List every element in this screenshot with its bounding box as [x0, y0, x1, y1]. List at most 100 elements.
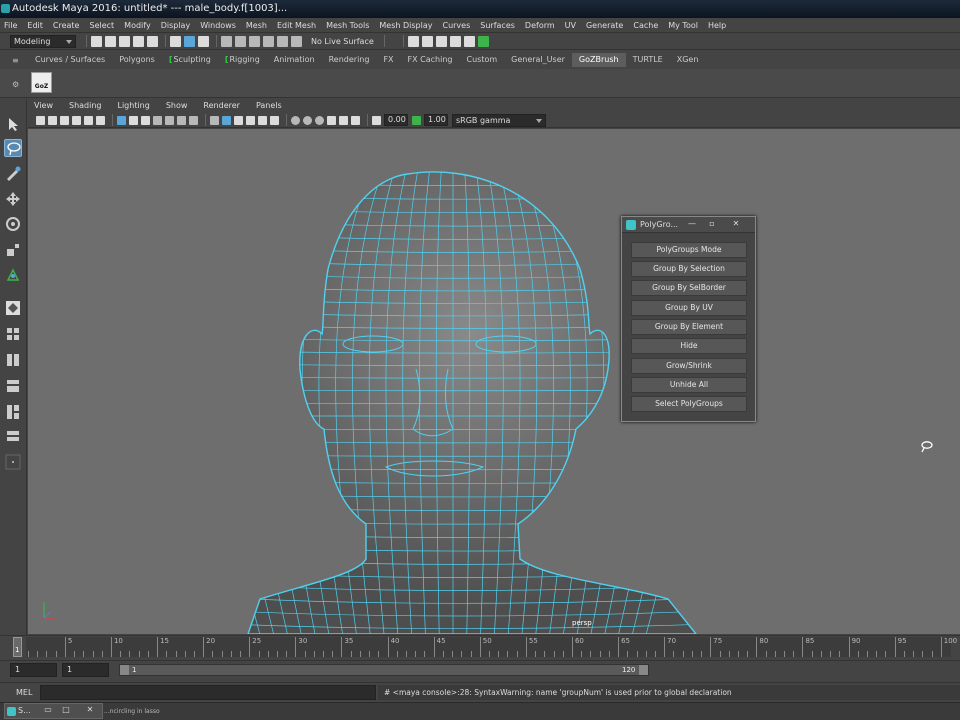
- film-gate-icon[interactable]: [129, 115, 138, 125]
- group-by-element-button[interactable]: Group By Element: [631, 319, 747, 335]
- shadows-icon[interactable]: [270, 115, 279, 125]
- panel-menu-renderer[interactable]: Renderer: [197, 101, 240, 113]
- smooth-shade-icon[interactable]: [222, 115, 231, 125]
- lights-icon[interactable]: [258, 115, 267, 125]
- menu-display[interactable]: Display: [161, 21, 191, 30]
- mel-language-toggle[interactable]: MEL: [16, 688, 32, 697]
- xray-joints-icon[interactable]: [351, 115, 360, 125]
- menu-modify[interactable]: Modify: [124, 21, 151, 30]
- render-settings-icon[interactable]: [435, 35, 447, 47]
- gear-icon[interactable]: ⚙: [12, 80, 19, 89]
- lasso-tool-icon[interactable]: [4, 139, 22, 157]
- select-polygroups-button[interactable]: Select PolyGroups: [631, 396, 747, 412]
- panel-menu-show[interactable]: Show: [160, 101, 188, 113]
- close-icon[interactable]: ✕: [83, 705, 97, 714]
- panel-menu-shading[interactable]: Shading: [63, 101, 102, 113]
- grid-icon[interactable]: [96, 115, 105, 125]
- ambient-occlusion-icon[interactable]: [291, 115, 300, 125]
- menu-select[interactable]: Select: [89, 21, 114, 30]
- menu-edit-mesh[interactable]: Edit Mesh: [277, 21, 316, 30]
- persp-outliner-layout-icon[interactable]: [4, 377, 22, 395]
- polygroups-window-titlebar[interactable]: PolyGro... — ▫ ✕: [622, 217, 755, 233]
- grid-toggle-icon[interactable]: [117, 115, 126, 125]
- render-frame-icon[interactable]: [407, 35, 419, 47]
- more-layouts-icon[interactable]: [4, 453, 22, 471]
- camera-attributes-icon[interactable]: [36, 115, 45, 125]
- hide-button[interactable]: Hide: [631, 338, 747, 354]
- goz-shelf-button[interactable]: GoZ: [31, 72, 52, 93]
- snap-point-icon[interactable]: [249, 35, 260, 47]
- rotate-tool-icon[interactable]: [4, 215, 22, 233]
- menu-windows[interactable]: Windows: [200, 21, 236, 30]
- close-icon[interactable]: ✕: [728, 218, 744, 230]
- shelf-tab-curves-surfaces[interactable]: Curves / Surfaces: [28, 53, 112, 67]
- redo-icon[interactable]: [147, 35, 158, 47]
- start-time-field[interactable]: 1: [10, 663, 57, 677]
- xray-icon[interactable]: [339, 115, 348, 125]
- shelf-tab-fx-caching[interactable]: FX Caching: [401, 53, 460, 67]
- resolution-gate-icon[interactable]: [141, 115, 150, 125]
- group-by-selborder-button[interactable]: Group By SelBorder: [631, 280, 747, 296]
- shelf-tab-animation[interactable]: Animation: [267, 53, 322, 67]
- range-slider[interactable]: 1 120: [119, 664, 649, 676]
- maximize-icon[interactable]: ▫: [704, 218, 720, 230]
- menu-help[interactable]: Help: [708, 21, 726, 30]
- gamma-field[interactable]: 1.00: [424, 114, 448, 126]
- time-slider-track[interactable]: 5 10 15 20 25 30 35 40 45 50 55 60 65 70 75 80 85 90 95 100: [26, 637, 957, 657]
- shelf-tab-xgen[interactable]: XGen: [670, 53, 706, 67]
- head-wireframe-mesh[interactable]: [28, 129, 960, 634]
- single-view-layout-icon[interactable]: [4, 299, 22, 317]
- grease-pencil-icon[interactable]: [84, 115, 93, 125]
- restore-icon[interactable]: ▭: [41, 705, 55, 714]
- select-hierarchy-icon[interactable]: [170, 35, 181, 47]
- exposure-field[interactable]: 0.00: [384, 114, 408, 126]
- group-by-uv-button[interactable]: Group By UV: [631, 300, 747, 316]
- exposure-icon[interactable]: [372, 115, 381, 125]
- side-by-side-layout-icon[interactable]: [4, 351, 22, 369]
- shelf-tab-custom[interactable]: Custom: [460, 53, 505, 67]
- panel-menu-panels[interactable]: Panels: [250, 101, 282, 113]
- menu-create[interactable]: Create: [53, 21, 80, 30]
- menu-deform[interactable]: Deform: [525, 21, 555, 30]
- anti-aliasing-icon[interactable]: [315, 115, 324, 125]
- persp-graph-layout-icon[interactable]: [4, 403, 22, 421]
- snap-grid-icon[interactable]: [221, 35, 232, 47]
- new-scene-icon[interactable]: [91, 35, 102, 47]
- menu-surfaces[interactable]: Surfaces: [480, 21, 515, 30]
- menu-generate[interactable]: Generate: [586, 21, 623, 30]
- safe-action-icon[interactable]: [177, 115, 186, 125]
- image-plane-icon[interactable]: [60, 115, 69, 125]
- four-view-layout-icon[interactable]: [4, 325, 22, 343]
- colorspace-dropdown[interactable]: sRGB gamma: [452, 113, 546, 127]
- safe-title-icon[interactable]: [189, 115, 198, 125]
- shelf-tab-rendering[interactable]: Rendering: [322, 53, 377, 67]
- ipr-render-icon[interactable]: [421, 35, 433, 47]
- select-tool-icon[interactable]: [4, 115, 22, 133]
- universal-manipulator-icon[interactable]: [4, 266, 22, 284]
- menu-uv[interactable]: UV: [565, 21, 576, 30]
- shelf-tab-general-user[interactable]: General_User: [504, 53, 572, 67]
- gamma-icon[interactable]: [412, 115, 421, 125]
- render-view-icon[interactable]: [463, 35, 475, 47]
- command-input[interactable]: [40, 685, 376, 700]
- hypershade-layout-icon[interactable]: [4, 427, 22, 445]
- shelf-menu-icon[interactable]: ≡: [12, 56, 19, 65]
- shelf-tab-fx[interactable]: FX: [376, 53, 400, 67]
- menu-my-tool[interactable]: My Tool: [668, 21, 698, 30]
- gate-mask-icon[interactable]: [153, 115, 162, 125]
- menu-mesh-tools[interactable]: Mesh Tools: [326, 21, 369, 30]
- menu-edit[interactable]: Edit: [27, 21, 43, 30]
- live-surface-label[interactable]: No Live Surface: [311, 37, 374, 46]
- menuset-dropdown[interactable]: Modeling: [10, 34, 76, 48]
- range-slider-end-handle[interactable]: [639, 665, 648, 675]
- field-chart-icon[interactable]: [165, 115, 174, 125]
- minimized-window[interactable]: S... ▭ □ ✕: [4, 703, 103, 719]
- 2d-pan-zoom-icon[interactable]: [72, 115, 81, 125]
- wireframe-on-shaded-icon[interactable]: [234, 115, 243, 125]
- menu-mesh[interactable]: Mesh: [246, 21, 267, 30]
- paint-select-tool-icon[interactable]: [4, 164, 22, 182]
- maximize-icon[interactable]: □: [59, 705, 73, 714]
- menu-file[interactable]: File: [4, 21, 17, 30]
- menu-curves[interactable]: Curves: [442, 21, 470, 30]
- undo-icon[interactable]: [133, 35, 144, 47]
